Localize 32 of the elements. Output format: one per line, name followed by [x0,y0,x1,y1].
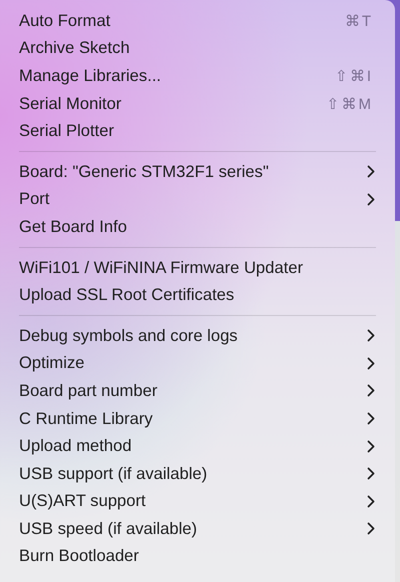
menu-item[interactable]: Board part number [19,380,158,401]
menu-item[interactable]: Board: "Generic STM32F1 series" [19,162,269,182]
menu-item[interactable]: Get Board Info [19,216,127,237]
menu-item[interactable]: Auto Format [19,10,110,31]
menu-item[interactable]: USB speed (if available) [19,518,198,539]
chevron-right-icon [367,522,375,536]
menu-item[interactable]: Archive Sketch [19,38,130,58]
menu-item[interactable]: Manage Libraries... [19,66,162,86]
keyboard-shortcut: ⇧⌘M [326,94,374,113]
menu-item[interactable]: Optimize [19,353,84,374]
menu-item[interactable]: U(S)ART support [19,491,146,512]
menu-item[interactable]: Serial Monitor [19,94,122,114]
menu-item[interactable]: USB support (if available) [19,464,208,484]
chevron-right-icon [367,356,375,370]
menu-item[interactable]: Port [19,189,50,210]
menu-item[interactable]: Burn Bootloader [19,546,139,566]
chevron-right-icon [367,192,375,206]
chevron-right-icon [367,384,375,398]
chevron-right-icon [367,329,375,342]
menu-item[interactable]: WiFi101 / WiFiNINA Firmware Updater [19,258,303,278]
chevron-right-icon [367,467,375,480]
keyboard-shortcut: ⌘T [344,12,374,30]
chevron-right-icon [367,412,375,426]
chevron-right-icon [367,440,375,453]
chevron-right-icon [367,165,375,178]
chevron-right-icon [367,494,375,508]
menu-item[interactable]: Upload SSL Root Certificates [19,285,234,306]
menu-item[interactable]: Serial Plotter [19,121,114,142]
menu-item[interactable]: C Runtime Library [19,408,153,429]
keyboard-shortcut: ⇧⌘I [334,66,374,85]
menu-item[interactable]: Debug symbols and core logs [19,326,238,346]
menu-item[interactable]: Upload method [19,436,132,456]
